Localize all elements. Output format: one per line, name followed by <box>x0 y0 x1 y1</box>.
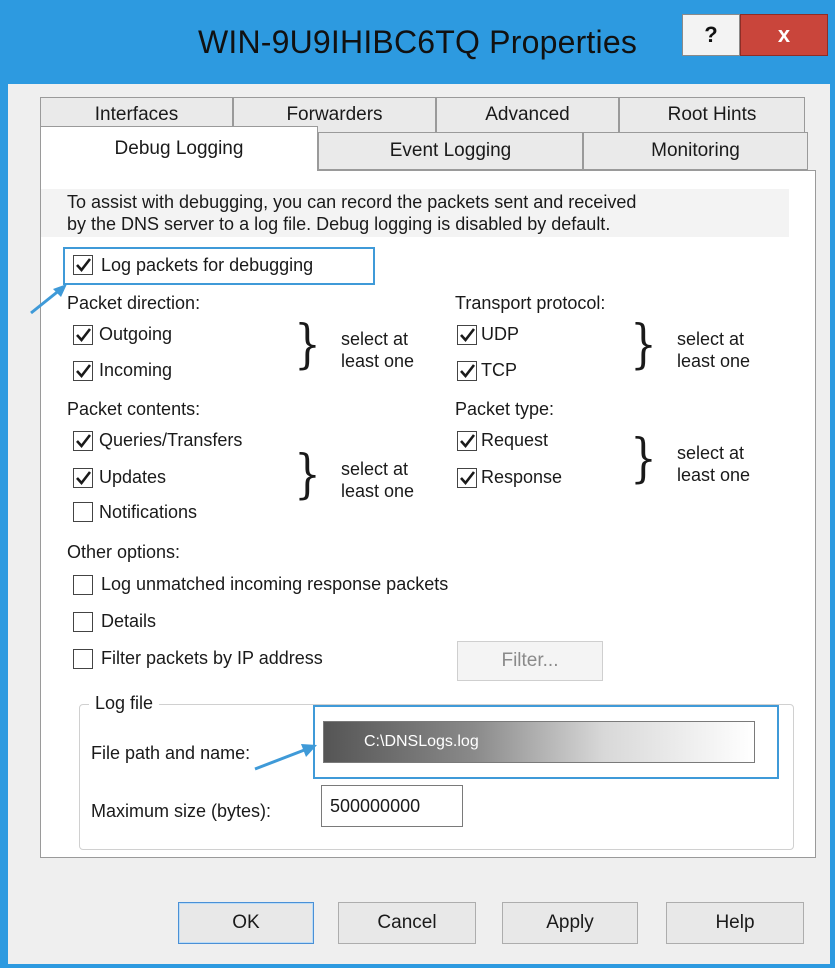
brace-icon: } <box>294 315 321 375</box>
brace-icon: } <box>294 445 321 505</box>
transport-hint-line-1: select at <box>677 329 745 349</box>
ok-button[interactable]: OK <box>178 902 314 944</box>
cancel-button[interactable]: Cancel <box>338 902 476 944</box>
apply-button[interactable]: Apply <box>502 902 638 944</box>
file-path-label: File path and name: <box>91 743 251 763</box>
properties-window: WIN-9U9IHIBC6TQ Properties ? x Interface… <box>0 0 835 968</box>
tcp-checkbox[interactable] <box>457 361 477 381</box>
log-packets-label: Log packets for debugging <box>101 255 314 275</box>
contents-hint-line-1: select at <box>341 459 409 479</box>
udp-label: UDP <box>481 324 520 344</box>
contents-hint-line-2: least one <box>341 481 415 501</box>
updates-label: Updates <box>99 467 167 487</box>
help-button[interactable]: Help <box>666 902 804 944</box>
direction-hint-line-1: select at <box>341 329 409 349</box>
file-path-input[interactable]: C:\DNSLogs.log <box>323 721 755 763</box>
other-options-heading: Other options: <box>67 542 181 562</box>
udp-checkbox[interactable] <box>457 325 477 345</box>
help-title-button[interactable]: ? <box>682 14 740 56</box>
brace-icon: } <box>630 315 657 375</box>
debug-logging-panel: To assist with debugging, you can record… <box>30 170 816 858</box>
notifications-label: Notifications <box>99 502 198 522</box>
tab-root-hints[interactable]: Root Hints <box>619 97 805 133</box>
description-box: To assist with debugging, you can record… <box>41 189 789 237</box>
packet-contents-heading: Packet contents: <box>67 399 201 419</box>
filter-by-ip-checkbox[interactable] <box>73 649 93 669</box>
type-hint-line-2: least one <box>677 465 751 485</box>
filter-button[interactable]: Filter... <box>457 641 603 681</box>
tab-monitoring[interactable]: Monitoring <box>583 132 808 170</box>
tab-debug-logging[interactable]: Debug Logging <box>40 126 318 171</box>
response-checkbox[interactable] <box>457 468 477 488</box>
notifications-checkbox[interactable] <box>73 502 93 522</box>
title-bar[interactable]: WIN-9U9IHIBC6TQ Properties ? x <box>0 0 835 86</box>
response-label: Response <box>481 467 563 487</box>
updates-checkbox[interactable] <box>73 468 93 488</box>
close-button[interactable]: x <box>740 14 828 56</box>
max-size-input[interactable]: 500000000 <box>321 785 463 827</box>
details-label: Details <box>101 611 157 631</box>
direction-hint-line-2: least one <box>341 351 415 371</box>
type-hint-line-1: select at <box>677 443 745 463</box>
outgoing-label: Outgoing <box>99 324 173 344</box>
description-line-2: by the DNS server to a log file. Debug l… <box>67 214 611 234</box>
queries-transfers-label: Queries/Transfers <box>99 430 243 450</box>
outgoing-checkbox[interactable] <box>73 325 93 345</box>
log-packets-checkbox[interactable] <box>73 255 93 275</box>
incoming-label: Incoming <box>99 360 173 380</box>
log-unmatched-checkbox[interactable] <box>73 575 93 595</box>
dialog-client-area: Interfaces Forwarders Advanced Root Hint… <box>8 84 830 964</box>
tcp-label: TCP <box>481 360 517 380</box>
transport-protocol-heading: Transport protocol: <box>455 293 606 313</box>
filter-by-ip-label: Filter packets by IP address <box>101 648 323 668</box>
max-size-label: Maximum size (bytes): <box>91 801 272 821</box>
queries-transfers-checkbox[interactable] <box>73 431 93 451</box>
transport-hint-line-2: least one <box>677 351 751 371</box>
log-unmatched-label: Log unmatched incoming response packets <box>101 574 449 594</box>
packet-type-heading: Packet type: <box>455 399 555 419</box>
request-label: Request <box>481 430 549 450</box>
tab-advanced[interactable]: Advanced <box>436 97 619 133</box>
arrow-pointer-icon <box>254 744 317 771</box>
request-checkbox[interactable] <box>457 431 477 451</box>
packet-direction-heading: Packet direction: <box>67 293 201 313</box>
brace-icon: } <box>630 429 657 489</box>
log-file-legend: Log file <box>89 693 160 714</box>
tab-event-logging[interactable]: Event Logging <box>318 132 583 170</box>
description-line-1: To assist with debugging, you can record… <box>67 192 637 212</box>
details-checkbox[interactable] <box>73 612 93 632</box>
incoming-checkbox[interactable] <box>73 361 93 381</box>
